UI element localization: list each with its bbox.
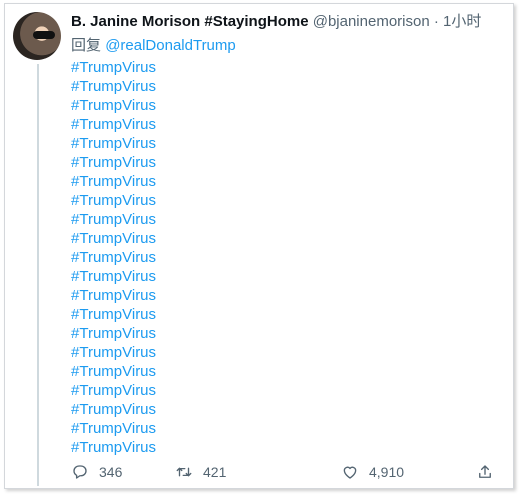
action-bar: 346 421 4,910 xyxy=(71,462,503,482)
hashtag-link[interactable]: #TrumpVirus xyxy=(71,191,156,210)
hashtag-link[interactable]: #TrumpVirus xyxy=(71,248,156,267)
tweet-body: #TrumpVirus #TrumpVirus #TrumpVirus #Tru… xyxy=(71,58,156,457)
hashtag-link[interactable]: #TrumpVirus xyxy=(71,153,156,172)
tweet-header: B. Janine Morison #StayingHome @bjaninem… xyxy=(71,12,507,32)
reply-count: 346 xyxy=(99,464,123,480)
retweet-button[interactable]: 421 xyxy=(175,462,226,482)
reply-mention-link[interactable]: @realDonaldTrump xyxy=(105,37,236,54)
hashtag-link[interactable]: #TrumpVirus xyxy=(71,96,156,115)
sunglasses-decoration xyxy=(33,31,55,39)
hashtag-link[interactable]: #TrumpVirus xyxy=(71,286,156,305)
retweet-count: 421 xyxy=(203,464,227,480)
tweet-time[interactable]: 1小时 xyxy=(443,13,481,30)
share-button[interactable] xyxy=(476,462,504,482)
heart-icon xyxy=(343,466,357,479)
retweet-icon xyxy=(176,467,192,477)
tweet-card[interactable]: B. Janine Morison #StayingHome @bjaninem… xyxy=(4,3,514,489)
reply-context: 回复 @realDonaldTrump xyxy=(71,36,236,56)
hashtag-link[interactable]: #TrumpVirus xyxy=(71,77,156,96)
share-icon xyxy=(479,465,491,478)
separator-dot: · xyxy=(433,13,439,30)
avatar[interactable] xyxy=(13,12,61,60)
hashtag-link[interactable]: #TrumpVirus xyxy=(71,58,156,77)
hashtag-link[interactable]: #TrumpVirus xyxy=(71,419,156,438)
hashtag-link[interactable]: #TrumpVirus xyxy=(71,267,156,286)
like-button[interactable]: 4,910 xyxy=(341,462,404,482)
thread-line xyxy=(37,64,39,486)
hashtag-link[interactable]: #TrumpVirus xyxy=(71,210,156,229)
author-handle[interactable]: @bjaninemorison xyxy=(313,13,430,30)
hashtag-link[interactable]: #TrumpVirus xyxy=(71,134,156,153)
hashtag-link[interactable]: #TrumpVirus xyxy=(71,324,156,343)
hashtag-link[interactable]: #TrumpVirus xyxy=(71,172,156,191)
hashtag-link[interactable]: #TrumpVirus xyxy=(71,400,156,419)
hashtag-link[interactable]: #TrumpVirus xyxy=(71,362,156,381)
author-name[interactable]: B. Janine Morison #StayingHome xyxy=(71,13,309,30)
hashtag-link[interactable]: #TrumpVirus xyxy=(71,438,156,457)
hashtag-link[interactable]: #TrumpVirus xyxy=(71,305,156,324)
hashtag-link[interactable]: #TrumpVirus xyxy=(71,229,156,248)
hashtag-link[interactable]: #TrumpVirus xyxy=(71,343,156,362)
hashtag-link[interactable]: #TrumpVirus xyxy=(71,115,156,134)
reply-button[interactable]: 346 xyxy=(71,462,122,482)
like-count: 4,910 xyxy=(369,464,405,480)
reply-prefix: 回复 xyxy=(71,37,102,54)
reply-icon xyxy=(73,465,87,479)
hashtag-link[interactable]: #TrumpVirus xyxy=(71,381,156,400)
